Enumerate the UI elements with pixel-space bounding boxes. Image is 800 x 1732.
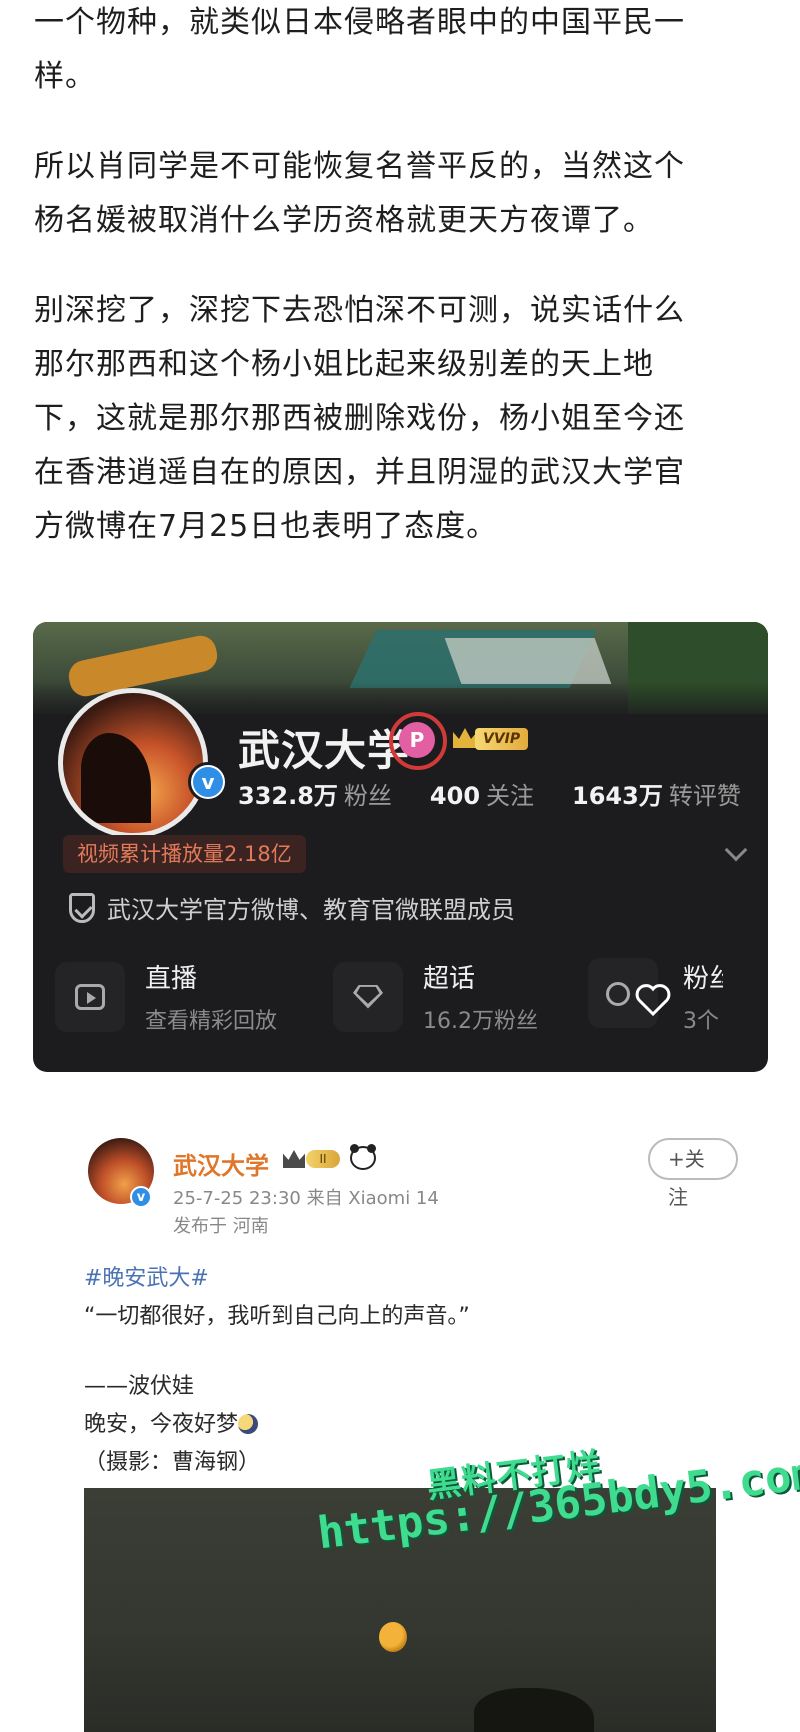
weibo-profile-card: v 武汉大学 P VVIP 332.8万 粉丝 400 关注 1643万 转评赞 视频…: [33, 622, 768, 1072]
stat-following[interactable]: 400 关注: [430, 776, 534, 811]
feature-live[interactable]: 直播 查看精彩回放: [55, 958, 277, 1035]
post-content: #晚安武大# “一切都很好，我听到自己向上的声音。” ——波伏娃 晚安，今夜好梦…: [84, 1260, 724, 1482]
post-author[interactable]: 武汉大学: [173, 1146, 269, 1181]
stat-interactions[interactable]: 1643万 转评赞: [572, 776, 741, 811]
diamond-icon: [333, 961, 403, 1032]
quote-text: “一切都很好，我听到自己向上的声音。”: [84, 1304, 470, 1329]
quote-author: ——波伏娃: [84, 1374, 195, 1399]
goodnight-line: 晚安，今夜好梦: [84, 1406, 724, 1444]
vvip-badge[interactable]: VVIP: [475, 728, 529, 750]
crown-icon: [453, 728, 477, 748]
verification-info: 武汉大学官方微博、教育官微联盟成员: [69, 890, 515, 925]
profile-stats: 332.8万 粉丝 400 关注 1643万 转评赞: [238, 776, 741, 811]
pink-badge-icon[interactable]: P: [399, 722, 435, 758]
post-meta: 25-7-25 23:30 来自 Xiaomi 14: [173, 1188, 439, 1209]
tv-icon: [55, 961, 125, 1032]
moon-in-photo: [379, 1622, 407, 1652]
paragraph-2: 所以肖同学是不可能恢复名誉平反的，当然这个 杨名媛被取消什么学历资格就更天方夜谭…: [34, 140, 774, 248]
paragraph-line: 在香港逍遥自在的原因，并且阴湿的武汉大学官: [34, 455, 685, 490]
heart-icon[interactable]: [633, 980, 673, 1020]
panda-icon: [350, 1144, 376, 1170]
verified-icon: v: [130, 1186, 152, 1208]
chevron-down-icon[interactable]: [724, 838, 748, 862]
tree-silhouette: [474, 1688, 594, 1732]
paragraph-line: 别深挖了，深挖下去恐怕深不可测，说实话什么: [34, 293, 685, 328]
follow-button[interactable]: +关注: [648, 1138, 738, 1209]
paragraph-3: 别深挖了，深挖下去恐怕深不可测，说实话什么 那尔那西和这个杨小姐比起来级别差的天…: [34, 284, 774, 554]
paragraph-line: 那尔那西和这个杨小姐比起来级别差的天上地: [34, 347, 654, 382]
paragraph-line: 样。: [34, 59, 96, 94]
paragraph-line: 方微博在7月25日也表明了态度。: [34, 509, 498, 544]
post-location: 发布于 河南: [173, 1216, 269, 1237]
hashtag-link[interactable]: #晚安武大#: [84, 1260, 724, 1298]
stat-followers[interactable]: 332.8万 粉丝: [238, 776, 392, 811]
paragraph-line: 杨名媛被取消什么学历资格就更天方夜谭了。: [34, 203, 654, 238]
moon-icon: [238, 1414, 259, 1434]
level-badge: II: [306, 1150, 340, 1168]
verified-icon: v: [188, 762, 228, 802]
article-body: 一个物种，就类似日本侵略者眼中的中国平民一 样。 所以肖同学是不可能恢复名誉平反…: [34, 0, 774, 576]
fans-label: 粉丝 3个: [683, 964, 723, 1034]
paragraph-line: 下，这就是那尔那西被删除戏份，杨小姐至今还: [34, 401, 685, 436]
verification-text: 武汉大学官方微博、教育官微联盟成员: [107, 896, 515, 924]
video-plays-badge: 视频累计播放量2.18亿: [63, 835, 306, 873]
shield-icon: [69, 892, 95, 923]
crown-icon: [283, 1150, 305, 1168]
paragraph-line: 所以肖同学是不可能恢复名誉平反的，当然这个: [34, 149, 685, 184]
profile-avatar[interactable]: [58, 688, 208, 838]
paragraph-line: 一个物种，就类似日本侵略者眼中的中国平民一: [34, 5, 685, 40]
feature-supertopic[interactable]: 超话 16.2万粉丝: [333, 958, 538, 1035]
paragraph-1: 一个物种，就类似日本侵略者眼中的中国平民一 样。: [34, 0, 774, 104]
profile-name: 武汉大学: [238, 726, 411, 775]
